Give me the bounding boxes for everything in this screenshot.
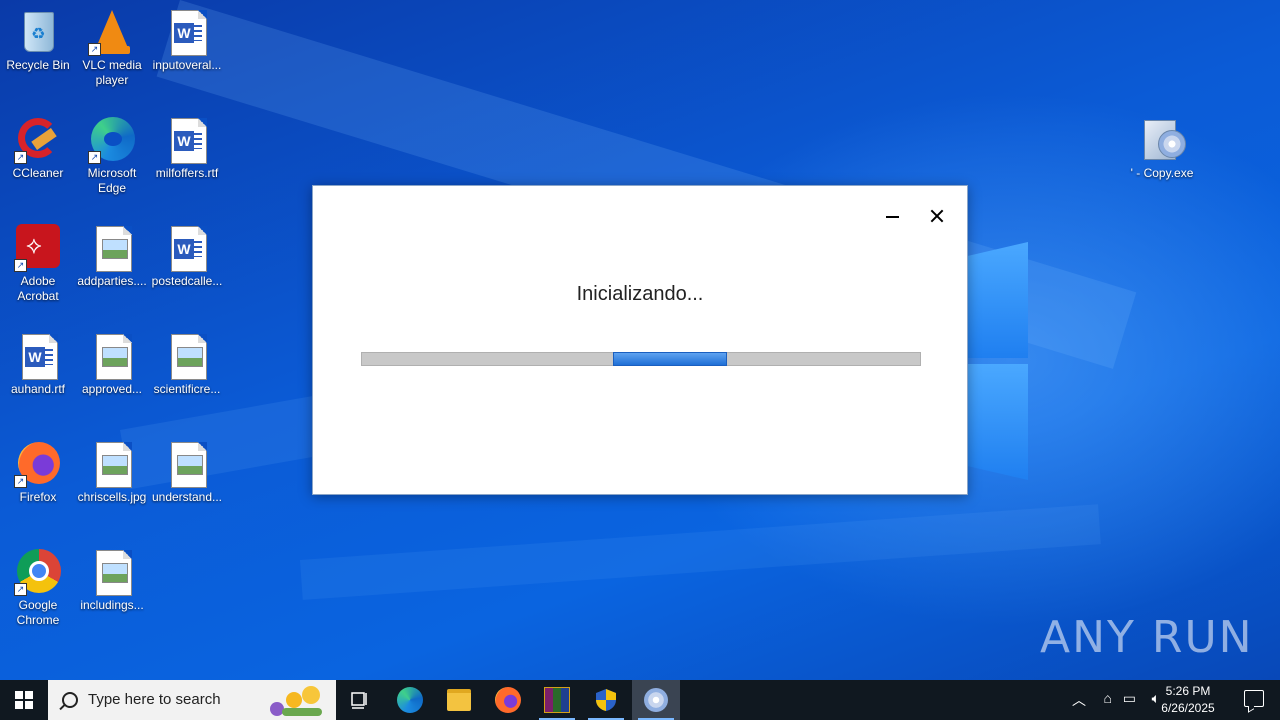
network-icon[interactable]: ▭ [1123, 690, 1136, 707]
image-file-icon [163, 332, 211, 380]
desktop-icon-label: Firefox [19, 490, 57, 504]
chevron-up-icon[interactable]: ︿ [1072, 690, 1086, 710]
desktop-icon-label: inputoveral... [152, 58, 222, 72]
task-view-button[interactable] [336, 680, 384, 720]
desktop-icon-label: understand... [151, 490, 223, 504]
desktop-icon-microsoft-edge[interactable]: ↗ Microsoft Edge [74, 110, 150, 196]
edge-icon: ↗ [88, 116, 136, 164]
installer-dialog: Inicializando... [312, 185, 968, 495]
recycle-bin-icon: ♻ [14, 8, 62, 56]
vlc-icon: ↗ [88, 8, 136, 56]
clock-date: 6/26/2025 [1161, 701, 1215, 715]
system-tray: ︿ ⌂ ▭ 🔈︎ 5:26 PM 6/26/2025 [1060, 680, 1280, 720]
firefox-icon: ↗ [14, 440, 62, 488]
desktop-icon-understand[interactable]: understand... [149, 434, 225, 505]
desktop-icon-inputoveral[interactable]: W inputoveral... [149, 2, 225, 73]
desktop-icon-label: approved... [81, 382, 143, 396]
desktop-icon-label: Microsoft Edge [87, 166, 137, 195]
desktop-icon-label: Google Chrome [16, 598, 60, 627]
desktop-icon-label: addparties.... [77, 274, 147, 288]
search-placeholder: Type here to search [88, 691, 221, 708]
taskbar: Type here to search ︿ ⌂ ▭ 🔈︎ 5:26 PM 6/2… [0, 680, 1280, 720]
desktop-icon-label: Recycle Bin [6, 58, 70, 72]
search-highlight-flowers-icon [262, 682, 332, 718]
firefox-icon [495, 687, 521, 713]
desktop-icon-label: scientificre... [153, 382, 221, 396]
installer-icon [644, 688, 668, 712]
desktop-icon-google-chrome[interactable]: ↗ Google Chrome [0, 542, 76, 628]
desktop-icon-label: VLC media player [82, 58, 142, 87]
taskbar-firefox[interactable] [484, 680, 532, 720]
word-document-icon: W [163, 224, 211, 272]
status-text: Inicializando... [576, 283, 704, 305]
image-file-icon [88, 440, 136, 488]
shield-icon [596, 689, 616, 711]
word-document-icon: W [163, 8, 211, 56]
image-file-icon [88, 224, 136, 272]
task-view-icon [351, 692, 367, 709]
winrar-icon [544, 687, 570, 713]
desktop-icon-vlc[interactable]: ↗ VLC media player [74, 2, 150, 88]
start-button[interactable] [0, 680, 48, 720]
desktop-icon-postedcalle[interactable]: W postedcalle... [149, 218, 225, 289]
windows-logo-pane [968, 364, 1028, 480]
close-button[interactable] [923, 202, 951, 230]
desktop-icon-firefox[interactable]: ↗ Firefox [0, 434, 76, 505]
taskbar-winrar[interactable] [533, 680, 581, 720]
taskbar-search-box[interactable]: Type here to search [48, 680, 336, 720]
desktop-icon-label: auhand.rtf [10, 382, 66, 396]
search-icon [62, 692, 78, 708]
taskbar-file-explorer[interactable] [435, 680, 483, 720]
desktop-icon-auhand[interactable]: W auhand.rtf [0, 326, 76, 397]
notification-center-icon[interactable] [1244, 690, 1264, 707]
desktop-icon-approved[interactable]: approved... [74, 326, 150, 397]
image-file-icon [88, 332, 136, 380]
desktop-icon-includings[interactable]: includings... [74, 542, 150, 613]
edge-icon [397, 687, 423, 713]
image-file-icon [163, 440, 211, 488]
desktop-icon-recycle-bin[interactable]: ♻ Recycle Bin [0, 2, 76, 73]
desktop-icon-chriscells[interactable]: chriscells.jpg [74, 434, 150, 505]
chrome-icon: ↗ [14, 548, 62, 596]
taskbar-security[interactable] [582, 680, 630, 720]
taskbar-edge[interactable] [386, 680, 434, 720]
windows-logo-pane [968, 242, 1028, 358]
desktop-icon-copy-exe[interactable]: ' - Copy.exe [1124, 110, 1200, 181]
desktop-icon-label: includings... [80, 598, 144, 612]
meet-now-icon[interactable]: ⌂ [1104, 690, 1112, 706]
desktop-icon-label: chriscells.jpg [77, 490, 147, 504]
clock[interactable]: 5:26 PM 6/26/2025 [1154, 683, 1222, 717]
clock-time: 5:26 PM [1165, 684, 1211, 698]
desktop-icon-label: Adobe Acrobat [17, 274, 59, 303]
wallpaper-beam [300, 504, 1101, 600]
installer-icon [1138, 116, 1186, 164]
progress-bar [361, 352, 921, 366]
image-file-icon [88, 548, 136, 596]
folder-icon [447, 689, 471, 711]
word-document-icon: W [14, 332, 62, 380]
desktop-icon-adobe-acrobat[interactable]: ⟡ ↗ Adobe Acrobat [0, 218, 76, 304]
desktop-icon-ccleaner[interactable]: ↗ CCleaner [0, 110, 76, 181]
desktop-icon-label: CCleaner [12, 166, 64, 180]
taskbar-installer[interactable] [632, 680, 680, 720]
progress-bar-fill [613, 352, 727, 366]
desktop-icon-label: postedcalle... [151, 274, 223, 288]
ccleaner-icon: ↗ [14, 116, 62, 164]
desktop-icon-label: milfoffers.rtf [155, 166, 219, 180]
anyrun-watermark: ANY RUN [1040, 612, 1254, 663]
desktop-icon-addparties[interactable]: addparties.... [74, 218, 150, 289]
desktop-icon-scientificre[interactable]: scientificre... [149, 326, 225, 397]
minimize-button[interactable] [879, 202, 907, 230]
desktop: ♻ Recycle Bin ↗ CCleaner ⟡ ↗ Adobe Acrob… [0, 0, 1280, 680]
windows-start-icon [15, 691, 33, 709]
word-document-icon: W [163, 116, 211, 164]
desktop-icon-label: ' - Copy.exe [1130, 166, 1194, 180]
desktop-icon-milfoffers[interactable]: W milfoffers.rtf [149, 110, 225, 181]
acrobat-icon: ⟡ ↗ [14, 224, 62, 272]
